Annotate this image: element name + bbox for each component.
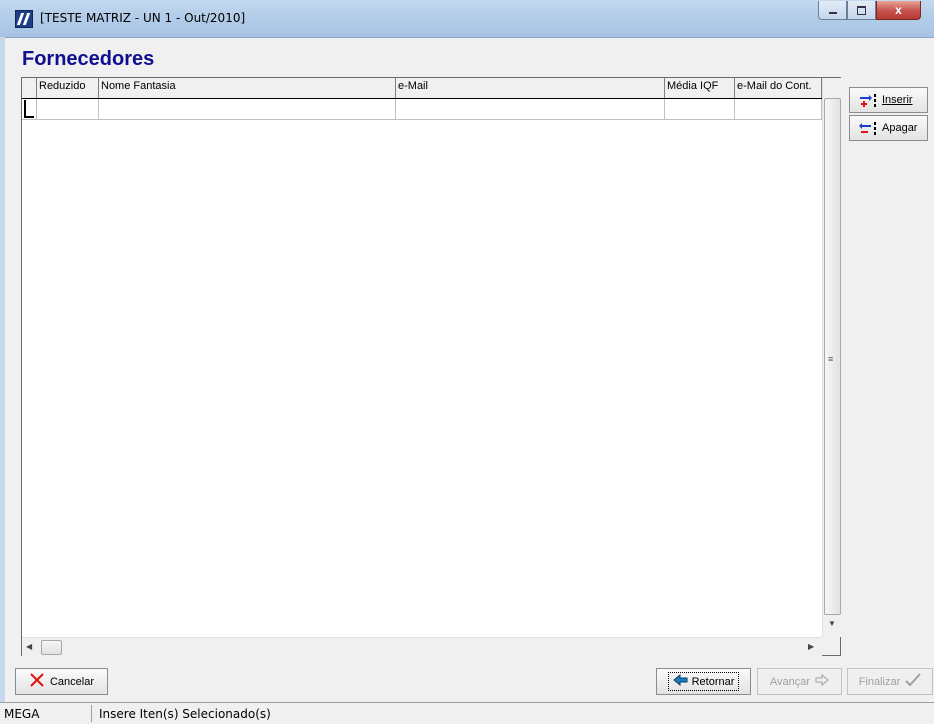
scroll-grip-icon: ≡	[828, 354, 834, 364]
cell-media-iqf[interactable]	[665, 99, 735, 119]
status-bar: MEGA Insere Iten(s) Selecionado(s)	[0, 702, 934, 724]
delete-row-icon	[859, 121, 879, 135]
cancel-button-label: Cancelar	[49, 675, 95, 688]
scroll-right-icon[interactable]: ▶	[808, 642, 814, 651]
close-button[interactable]: x	[876, 1, 921, 20]
status-company: MEGA	[0, 705, 92, 722]
table-row[interactable]	[22, 99, 822, 120]
back-button-label: Retornar	[691, 675, 735, 688]
column-header-nome-fantasia[interactable]: Nome Fantasia	[99, 78, 396, 98]
cancel-x-icon	[29, 672, 45, 691]
horizontal-scrollbar[interactable]: ◀ ▶	[22, 637, 822, 656]
minimize-button[interactable]	[818, 1, 847, 20]
finish-button-label: Finalizar	[858, 675, 901, 688]
insert-row-icon	[859, 93, 879, 107]
cell-reduzido[interactable]	[37, 99, 99, 119]
back-arrow-icon	[672, 673, 688, 689]
column-header-email-contato[interactable]: e-Mail do Cont.	[735, 78, 822, 98]
cell-email[interactable]	[396, 99, 665, 119]
back-button-focus: Retornar	[667, 672, 740, 691]
scroll-down-icon[interactable]: ▼	[828, 619, 836, 628]
window-controls: x	[818, 1, 921, 20]
close-icon: x	[895, 3, 902, 17]
insert-button[interactable]: Inserir	[849, 87, 928, 113]
column-header-reduzido[interactable]: Reduzido	[37, 78, 99, 98]
current-row-indicator	[24, 100, 34, 118]
checkmark-icon	[905, 673, 922, 690]
next-arrow-icon	[815, 673, 829, 689]
cell-nome-fantasia[interactable]	[99, 99, 396, 119]
minimize-icon	[828, 12, 837, 14]
vertical-scrollbar[interactable]: ≡ ▼	[822, 78, 841, 637]
scroll-corner	[822, 637, 840, 655]
window-left-border	[0, 37, 5, 723]
insert-button-label: Inserir	[882, 94, 913, 106]
column-header-media-iqf[interactable]: Média IQF	[665, 78, 735, 98]
grid-header: Reduzido Nome Fantasia e-Mail Média IQF …	[22, 78, 840, 99]
next-button[interactable]: Avançar	[757, 668, 842, 695]
horizontal-scroll-thumb[interactable]	[41, 640, 62, 655]
window-titlebar[interactable]: [TESTE MATRIZ - UN 1 - Out/2010] x	[0, 0, 934, 38]
cancel-button[interactable]: Cancelar	[15, 668, 108, 695]
back-button[interactable]: Retornar	[656, 668, 751, 695]
scroll-left-icon[interactable]: ◀	[26, 642, 32, 651]
status-message: Insere Iten(s) Selecionado(s)	[99, 707, 271, 721]
vertical-scroll-thumb[interactable]: ≡	[824, 98, 841, 615]
finish-button[interactable]: Finalizar	[847, 668, 933, 695]
maximize-button[interactable]	[847, 1, 876, 20]
delete-button[interactable]: Apagar	[849, 115, 928, 141]
next-button-label: Avançar	[769, 675, 811, 688]
maximize-icon	[857, 5, 866, 15]
window-title: [TESTE MATRIZ - UN 1 - Out/2010]	[40, 11, 246, 25]
suppliers-grid[interactable]: Reduzido Nome Fantasia e-Mail Média IQF …	[21, 77, 841, 656]
app-logo-icon	[15, 10, 33, 28]
delete-button-label: Apagar	[882, 122, 918, 134]
page-title: Fornecedores	[22, 48, 155, 70]
cell-email-contato[interactable]	[735, 99, 822, 119]
column-header-email[interactable]: e-Mail	[396, 78, 665, 98]
grid-header-indicator	[22, 78, 37, 98]
